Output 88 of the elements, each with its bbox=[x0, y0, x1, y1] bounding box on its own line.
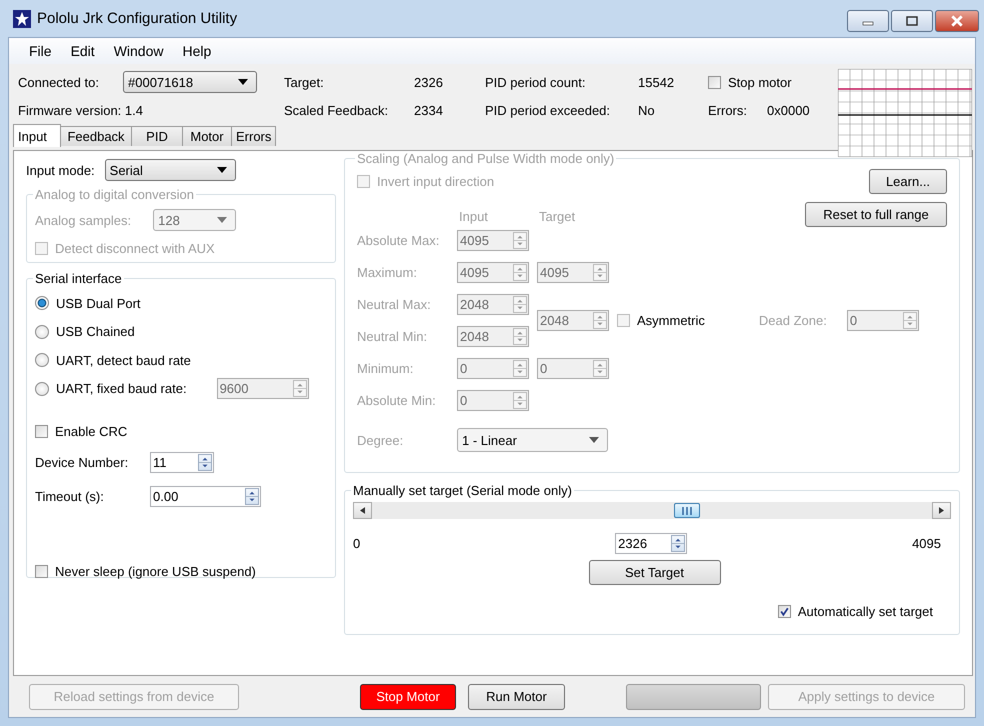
run-motor-button[interactable]: Run Motor bbox=[468, 684, 565, 710]
tab[interactable]: Feedback bbox=[60, 126, 132, 146]
auto-set-checkbox[interactable]: Automatically set target bbox=[778, 604, 933, 619]
errors-value: 0x0000 bbox=[767, 102, 810, 118]
spin-arrows-icon bbox=[292, 380, 307, 398]
readout-value: No bbox=[638, 102, 656, 118]
spin-arrows-icon bbox=[902, 312, 917, 328]
connected-label: Connected to: bbox=[18, 74, 100, 90]
menu-item[interactable]: Help bbox=[174, 43, 220, 59]
spin-arrows-icon bbox=[513, 264, 527, 280]
radio-button[interactable]: UART, fixed baud rate: bbox=[35, 381, 187, 396]
readout-value: 2326 bbox=[414, 74, 444, 90]
spin-arrows-icon bbox=[513, 232, 527, 248]
slider-thumb[interactable] bbox=[674, 503, 700, 518]
target-slider[interactable] bbox=[353, 502, 951, 519]
left-arrow-icon bbox=[360, 507, 365, 514]
spin-arrows-icon bbox=[671, 535, 686, 552]
group-title: Serial interface bbox=[34, 271, 123, 286]
caret-icon bbox=[238, 79, 248, 85]
input-mode-dropdown[interactable]: Serial bbox=[104, 159, 236, 181]
menu-item[interactable]: Window bbox=[106, 43, 172, 59]
spin-arrows-icon bbox=[513, 392, 527, 408]
menu-item[interactable]: File bbox=[21, 43, 60, 59]
column-header: Target bbox=[538, 209, 576, 224]
crc-checkbox[interactable]: Enable CRC bbox=[35, 417, 327, 445]
spin-arrows-icon bbox=[245, 488, 259, 504]
group-title: Manually set target (Serial mode only) bbox=[352, 483, 573, 498]
caret-icon bbox=[589, 437, 599, 443]
baud-spin-field[interactable]: 9600 bbox=[216, 378, 309, 400]
errors-label: Errors: bbox=[708, 102, 748, 118]
radio-button[interactable]: USB Dual Port bbox=[35, 296, 141, 311]
set-target-button[interactable]: Set Target bbox=[588, 560, 720, 585]
row-label: Absolute Min: bbox=[357, 392, 437, 408]
row-label: Minimum: bbox=[357, 360, 414, 376]
row-label: Maximum: bbox=[357, 264, 418, 280]
row-label: Absolute Max: bbox=[357, 232, 440, 248]
group-title: Scaling (Analog and Pulse Width mode only) bbox=[356, 151, 616, 166]
device-dropdown[interactable]: #00071618 bbox=[123, 71, 257, 93]
never-sleep-checkbox[interactable]: Never sleep (ignore USB suspend) bbox=[35, 557, 327, 585]
spin-arrows-icon bbox=[198, 454, 212, 470]
right-arrow-icon bbox=[939, 507, 944, 514]
maximize-button[interactable] bbox=[891, 10, 933, 32]
dead-zone-label: Dead Zone: bbox=[758, 312, 827, 328]
input-mode-label: Input mode: bbox=[26, 162, 95, 178]
timeout-spin-field[interactable]: 0.00 bbox=[150, 486, 261, 506]
row-label: Neutral Min: bbox=[357, 328, 428, 344]
row-label: Neutral Max: bbox=[357, 296, 432, 312]
tab[interactable]: PID bbox=[131, 126, 183, 146]
group-title: Analog to digital conversion bbox=[34, 187, 195, 202]
tab[interactable]: Errors bbox=[231, 126, 276, 146]
spin-arrows-icon bbox=[513, 328, 527, 344]
maximize-icon bbox=[906, 16, 918, 26]
readout-label: PID period count: bbox=[485, 74, 586, 90]
close-button[interactable] bbox=[935, 10, 979, 32]
stop-motor-button[interactable]: Stop Motor bbox=[360, 684, 456, 710]
app-icon bbox=[13, 10, 31, 28]
readout-value: 15542 bbox=[638, 74, 676, 90]
tab[interactable]: Input bbox=[13, 124, 61, 147]
readout-label: PID period exceeded: bbox=[485, 102, 612, 118]
max-value: 4095 bbox=[912, 536, 941, 551]
readout-value: 2334 bbox=[414, 102, 444, 118]
field-label: Timeout (s): bbox=[35, 488, 105, 504]
field-label: Analog samples: bbox=[35, 212, 132, 228]
degree-label: Degree: bbox=[357, 432, 404, 448]
radio-button[interactable]: UART, detect baud rate bbox=[35, 352, 191, 368]
min-value: 0 bbox=[353, 536, 360, 551]
minimize-button[interactable] bbox=[847, 10, 889, 32]
window-title: Pololu Jrk Configuration Utility bbox=[37, 10, 238, 27]
firmware-version: Firmware version: 1.4 bbox=[18, 102, 144, 118]
field-label: Device Number: bbox=[35, 454, 130, 470]
close-icon bbox=[950, 15, 964, 27]
spin-arrows-icon bbox=[593, 264, 607, 280]
spin-arrows-icon bbox=[513, 360, 527, 376]
readout-label: Scaled Feedback: bbox=[284, 102, 390, 118]
spin-arrows-icon bbox=[513, 296, 527, 312]
tab[interactable]: Motor bbox=[182, 126, 232, 146]
device-number-spin-field[interactable]: 11 bbox=[150, 452, 214, 472]
target-spin-field[interactable]: 2326 bbox=[615, 533, 688, 554]
checkmark-icon bbox=[778, 606, 790, 617]
column-header: Input bbox=[458, 209, 489, 224]
spin-arrows-icon bbox=[593, 312, 607, 328]
readout-label: Target: bbox=[284, 74, 325, 90]
spin-arrows-icon bbox=[593, 360, 607, 376]
caret-icon bbox=[216, 167, 227, 173]
menu-item[interactable]: Edit bbox=[62, 43, 103, 59]
stop-motor-checkbox[interactable]: Stop motor bbox=[708, 74, 792, 90]
caret-icon bbox=[217, 217, 228, 223]
radio-button[interactable]: USB Chained bbox=[35, 324, 135, 340]
